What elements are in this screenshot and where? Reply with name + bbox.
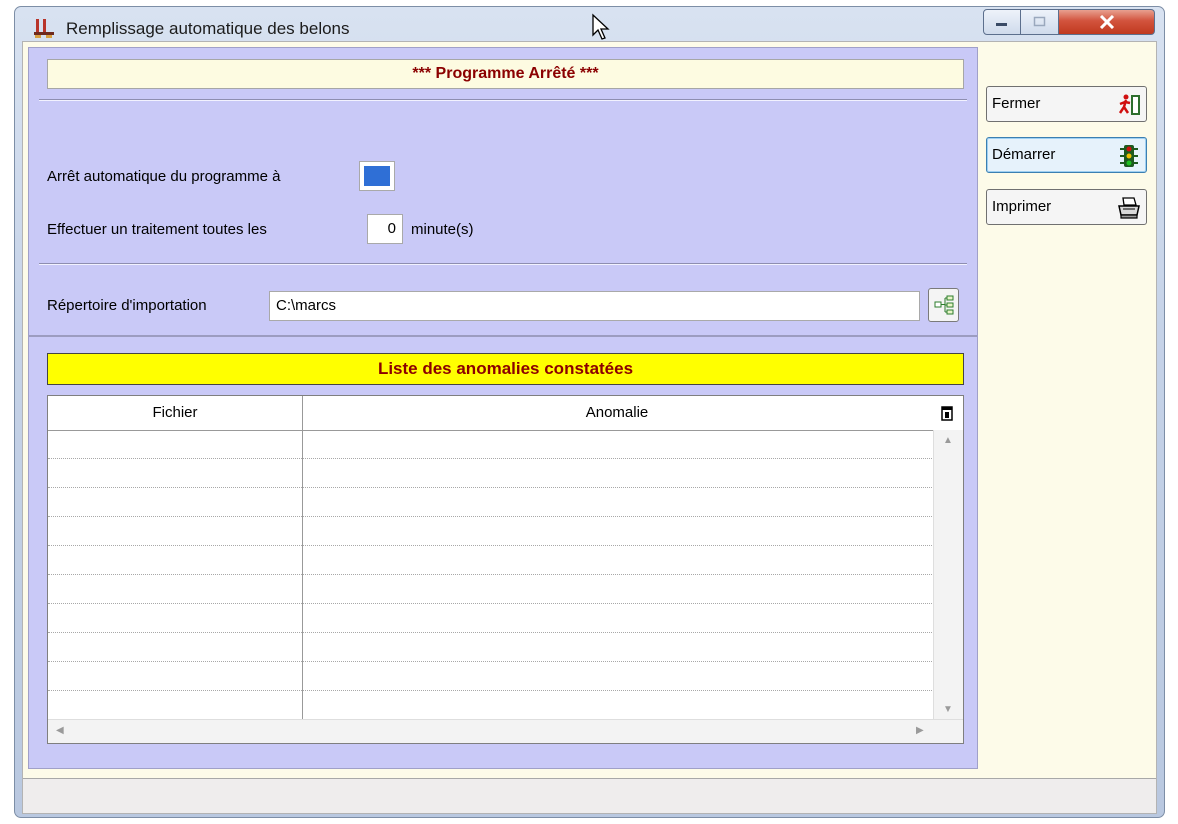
auto-stop-time-input[interactable] [359,161,395,191]
vertical-scrollbar[interactable]: ▲ ▼ [933,430,963,720]
scroll-down-icon[interactable]: ▼ [943,704,953,715]
column-header-anomalie[interactable]: Anomalie [303,396,931,430]
close-button-label: Fermer [992,95,1041,112]
table-row[interactable] [48,487,932,488]
exit-running-man-icon [1117,93,1141,117]
printer-icon [1117,196,1141,220]
browse-folder-button[interactable] [928,288,959,322]
start-button-label: Démarrer [992,146,1056,163]
interval-unit-label: minute(s) [411,221,474,238]
print-button[interactable]: Imprimer [986,189,1147,225]
table-row[interactable] [48,516,932,517]
anomaly-section: Liste des anomalies constatées Fichier A… [29,335,977,768]
column-header-fichier[interactable]: Fichier [48,396,302,430]
table-row[interactable] [48,545,932,546]
column-divider [302,396,303,720]
interval-minutes-input[interactable]: 0 [367,214,403,244]
app-icon [33,17,55,39]
table-row[interactable] [48,632,932,633]
table-row[interactable] [48,603,932,604]
window-controls [983,9,1157,39]
maximize-button[interactable] [1021,9,1059,35]
close-icon [1099,15,1114,29]
maximize-icon [1033,16,1045,27]
table-menu-icon[interactable] [940,404,954,426]
client-area: *** Programme Arrêté *** Arrêt automatiq… [22,41,1157,814]
separator [39,263,967,265]
table-row[interactable] [48,458,932,459]
table-header: Fichier Anomalie [48,396,963,431]
scroll-up-icon[interactable]: ▲ [943,435,953,446]
window-title: Remplissage automatique des belons [66,19,350,38]
import-dir-input[interactable]: C:\marcs [269,291,920,321]
traffic-light-icon [1117,144,1141,168]
print-button-label: Imprimer [992,198,1052,215]
scroll-right-icon[interactable]: ▶ [916,725,924,736]
horizontal-scrollbar[interactable]: ◀ ▶ [48,719,963,743]
table-row[interactable] [48,574,932,575]
folder-tree-icon [934,295,953,315]
import-dir-label: Répertoire d'importation [47,297,207,314]
program-status-banner: *** Programme Arrêté *** [47,59,964,89]
anomaly-list-title: Liste des anomalies constatées [47,353,964,385]
main-panel: *** Programme Arrêté *** Arrêt automatiq… [28,47,978,769]
minimize-button[interactable] [983,9,1021,35]
interval-label: Effectuer un traitement toutes les [47,221,267,238]
minimize-icon [996,23,1007,26]
status-bar [23,778,1156,813]
separator [39,99,967,101]
time-selection [364,166,390,186]
scroll-left-icon[interactable]: ◀ [56,725,64,736]
table-row[interactable] [48,661,932,662]
start-button[interactable]: Démarrer [986,137,1147,173]
table-row[interactable] [48,690,932,691]
auto-stop-label: Arrêt automatique du programme à [47,168,281,185]
anomaly-table[interactable]: Fichier Anomalie ▲ ▼ ◀ ▶ [47,395,964,744]
close-button[interactable]: Fermer [986,86,1147,122]
app-window: Remplissage automatique des belons *** P… [14,6,1165,818]
close-window-button[interactable] [1059,9,1155,35]
